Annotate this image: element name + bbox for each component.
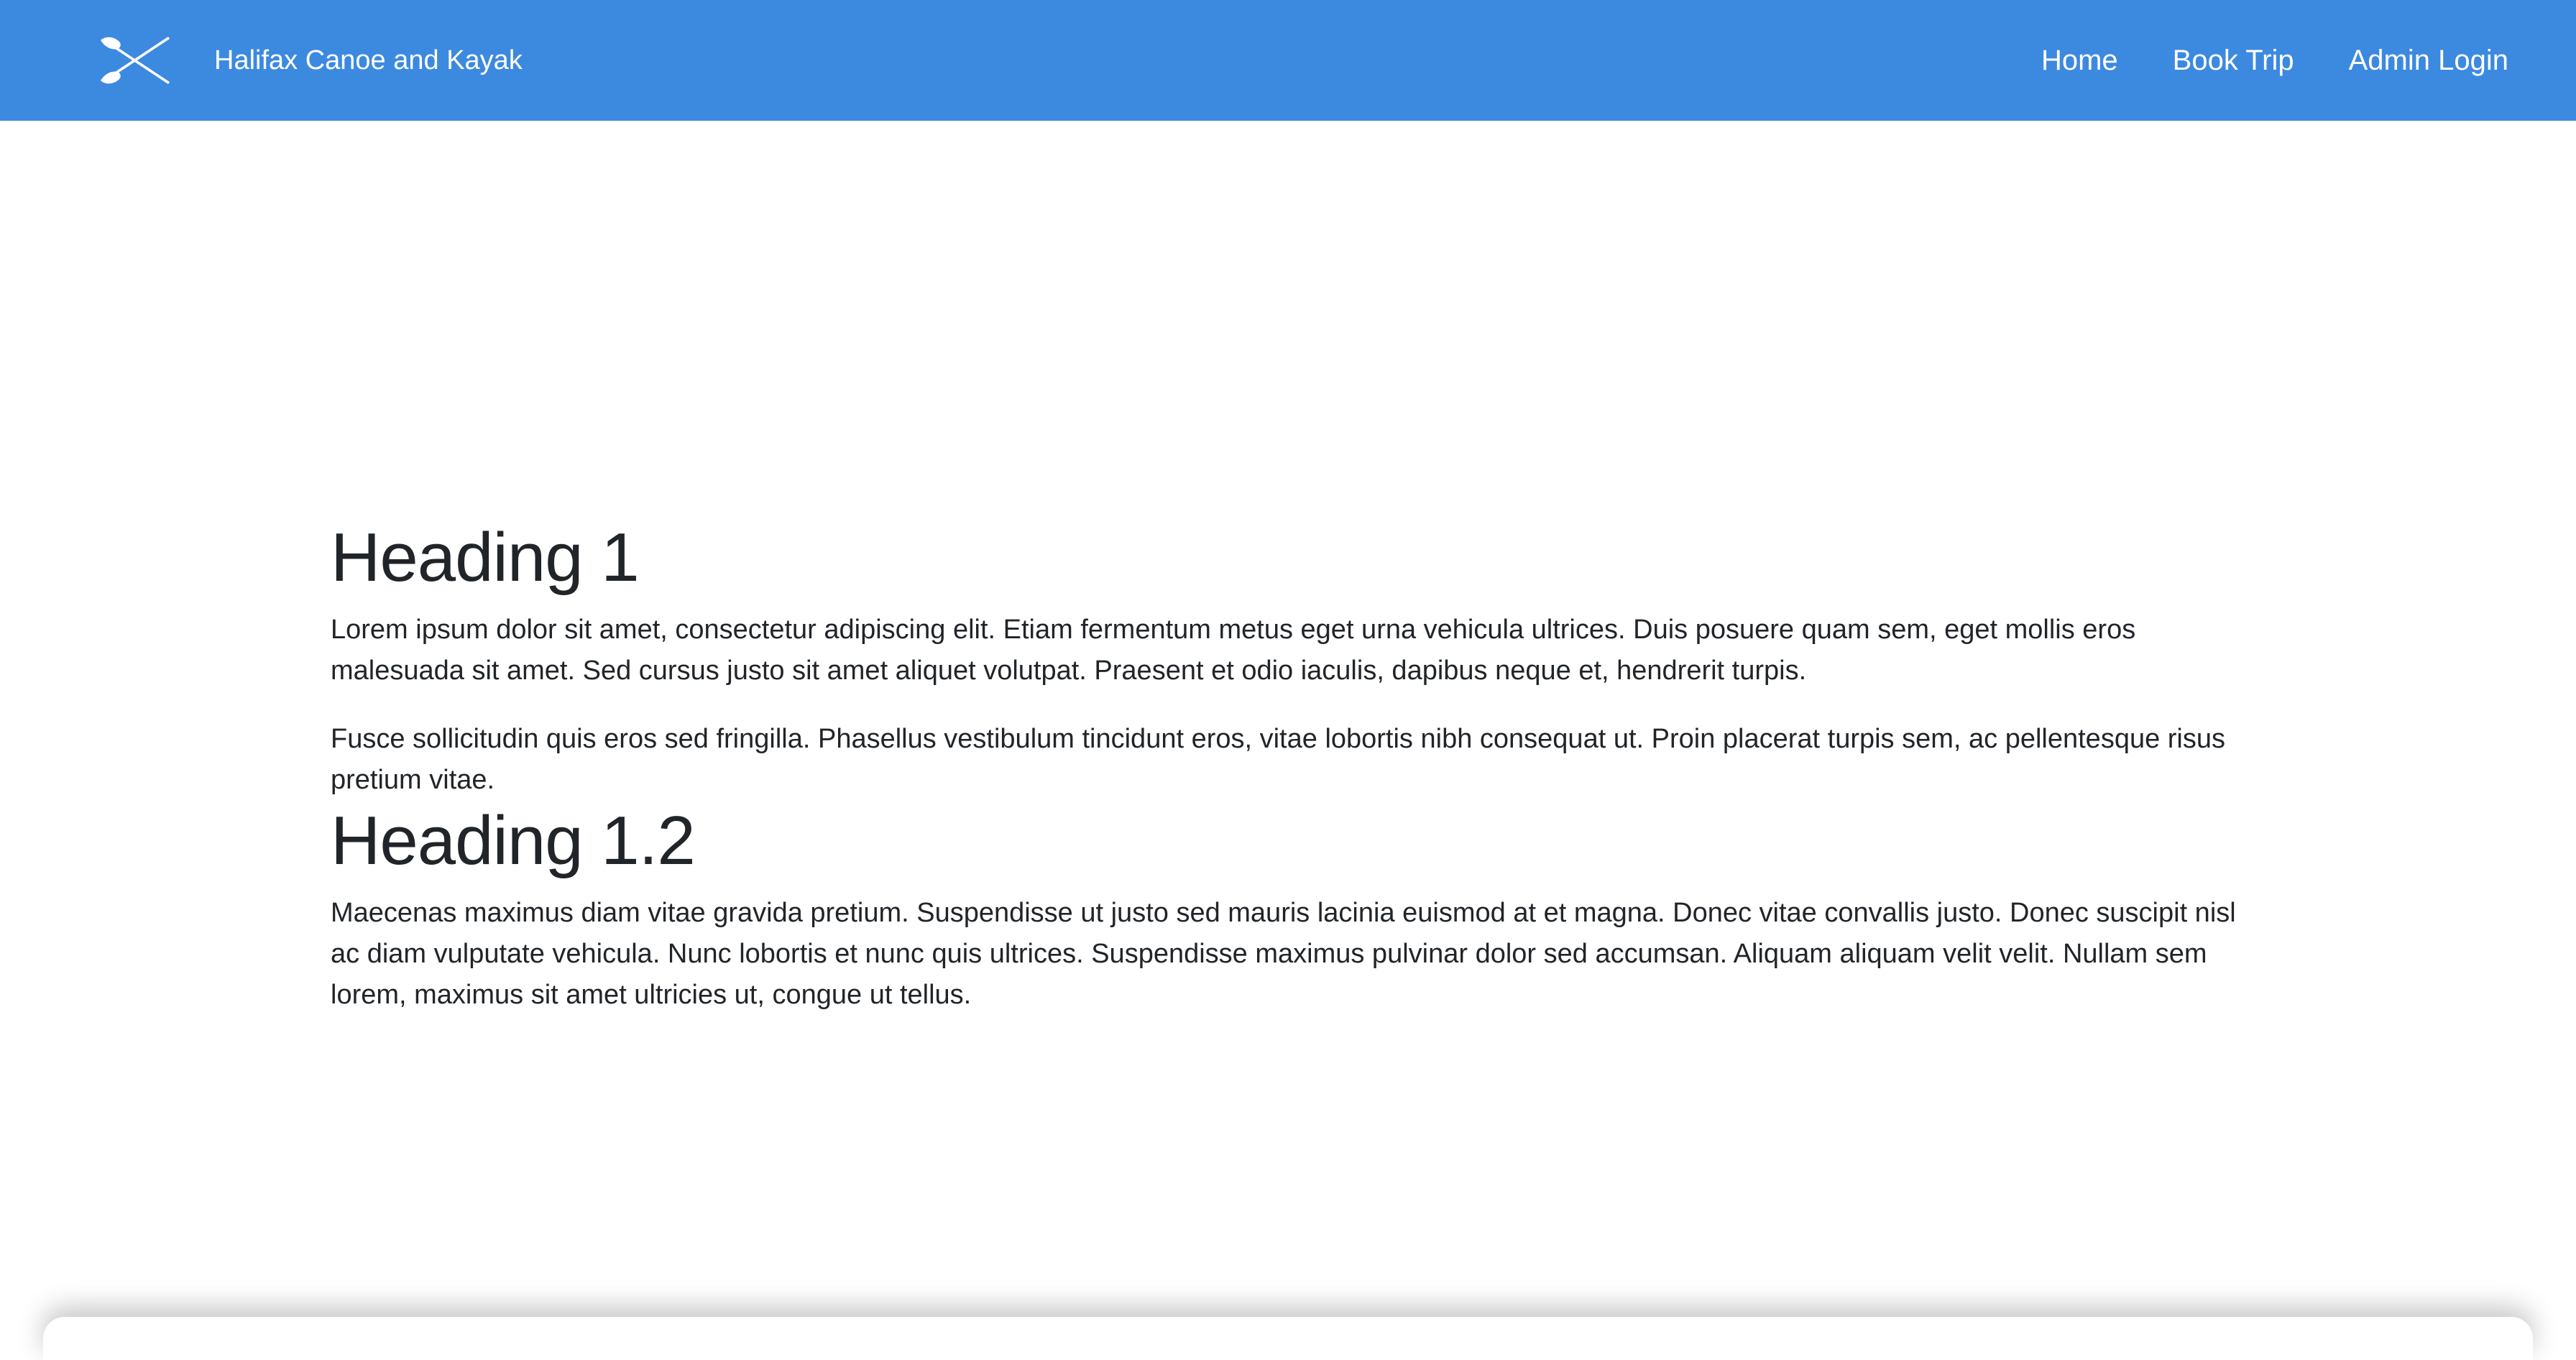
nav-link-admin-login[interactable]: Admin Login bbox=[2349, 45, 2508, 77]
brand-name: Halifax Canoe and Kayak bbox=[214, 45, 523, 75]
nav-link-book-trip[interactable]: Book Trip bbox=[2173, 45, 2294, 77]
section-heading-1-2: Heading 1.2 Maecenas maximus diam vitae … bbox=[331, 801, 2257, 1016]
nav-links: Home Book Trip Admin Login bbox=[2041, 0, 2508, 121]
main-content: Heading 1 Lorem ipsum dolor sit amet, co… bbox=[331, 518, 2257, 1016]
paragraph: Maecenas maximus diam vitae gravida pret… bbox=[331, 898, 2236, 1010]
nav-link-home[interactable]: Home bbox=[2041, 45, 2118, 77]
crossed-paddles-icon bbox=[101, 37, 170, 84]
navbar: Halifax Canoe and Kayak Home Book Trip A… bbox=[0, 0, 2576, 121]
paragraph: Fusce sollicitudin quis eros sed fringil… bbox=[331, 724, 2226, 795]
brand-link[interactable]: Halifax Canoe and Kayak bbox=[98, 0, 523, 121]
section-heading-1: Heading 1 Lorem ipsum dolor sit amet, co… bbox=[331, 518, 2257, 801]
section-heading: Heading 1.2 bbox=[331, 802, 696, 879]
footer-edge bbox=[43, 1317, 2533, 1360]
section-heading: Heading 1 bbox=[331, 519, 640, 596]
paragraph: Lorem ipsum dolor sit amet, consectetur … bbox=[331, 615, 2136, 686]
